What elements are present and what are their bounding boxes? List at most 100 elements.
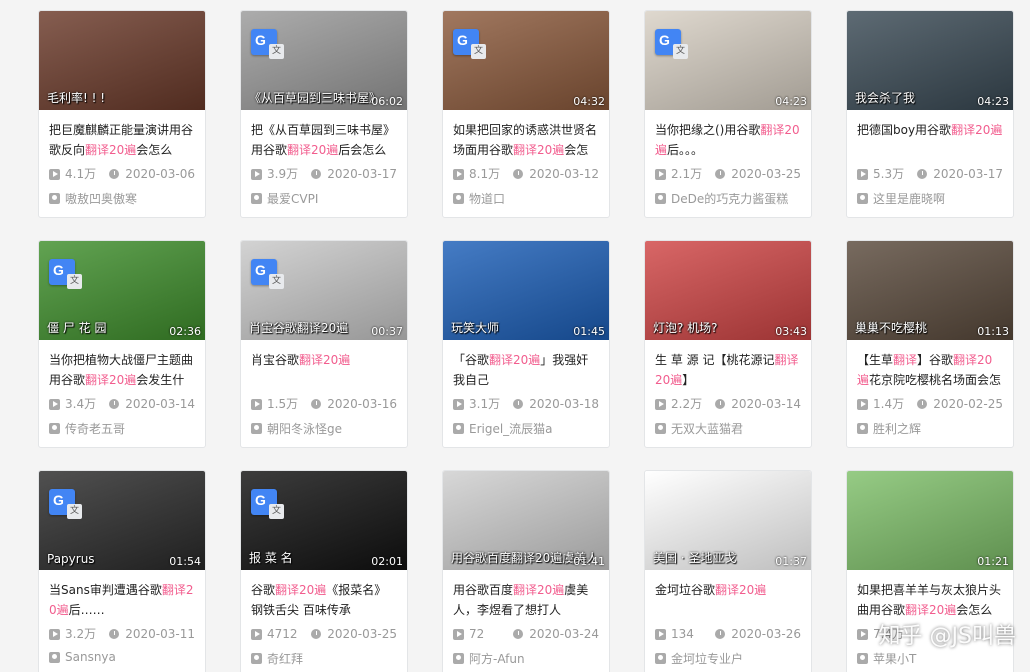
uploader[interactable]: 最爱CVPI xyxy=(241,182,407,207)
play-count-value: 134 xyxy=(671,627,694,641)
uploader[interactable]: DeDe的巧克力酱蛋糕 xyxy=(645,182,811,207)
title-keyword-highlight: 翻译20遍 xyxy=(905,603,957,617)
video-card[interactable]: 灯泡? 机场? 03:43 生 草 源 记【桃花源记翻译20遍】 2.2万 2020-0… xyxy=(644,240,812,448)
play-count-icon xyxy=(857,398,868,410)
upload-date-value: 2020-03-11 xyxy=(125,627,195,641)
play-count-value: 3.1万 xyxy=(469,397,501,411)
video-thumbnail[interactable]: 玩笑大师 01:45 xyxy=(443,241,609,340)
uploader-name[interactable]: 朝阳冬泳怪ge xyxy=(267,420,342,437)
clock-icon xyxy=(109,169,120,179)
uploader[interactable]: 阿方-Afun xyxy=(443,642,609,667)
play-count-value: 3.4万 xyxy=(65,397,97,411)
video-card[interactable]: 美国 · 圣地亚戈 01:37 金坷垃谷歌翻译20遍 134 2020-03-26 金坷垃… xyxy=(644,470,812,672)
video-duration: 04:23 xyxy=(775,95,807,108)
video-thumbnail[interactable]: 用谷歌百度翻译20遍虞美人 01:41 xyxy=(443,471,609,570)
uploader-name[interactable]: 奇红拜 xyxy=(267,650,303,667)
video-duration: 03:43 xyxy=(775,325,807,338)
video-title[interactable]: 把《从百草园到三味书屋》用谷歌翻译20遍后会怎么 xyxy=(241,110,407,160)
video-card[interactable]: 巢巢不吃樱桃 01:13 【生草翻译】谷歌翻译20遍花京院吃樱桃名场面会怎 1.4万 2… xyxy=(846,240,1014,448)
uploader[interactable]: Erigel_流辰猫a xyxy=(443,412,609,437)
video-thumbnail[interactable]: 灯泡? 机场? 03:43 xyxy=(645,241,811,340)
video-title[interactable]: 【生草翻译】谷歌翻译20遍花京院吃樱桃名场面会怎 xyxy=(847,340,1013,390)
uploader-name[interactable]: 嗷敖凹奥傲寒 xyxy=(65,190,137,207)
video-title[interactable]: 「谷歌翻译20遍」我强奸我自己 xyxy=(443,340,609,390)
uploader-name[interactable]: 阿方-Afun xyxy=(469,650,525,667)
upload-date-value: 2020-02-25 xyxy=(933,397,1003,411)
uploader[interactable]: 无双大蓝猫君 xyxy=(645,412,811,437)
video-thumbnail[interactable]: 01:21 xyxy=(847,471,1013,570)
video-thumbnail[interactable]: G 文 04:32 xyxy=(443,11,609,110)
video-title[interactable]: 当Sans审判遭遇谷歌翻译20遍后…… xyxy=(39,570,205,620)
upload-date-value: 2020-03-18 xyxy=(529,397,599,411)
video-stats: 5.3万 2020-03-17 xyxy=(847,160,1013,182)
video-title[interactable]: 如果把回家的诱惑洪世贤名场面用谷歌翻译20遍会怎么 xyxy=(443,110,609,160)
uploader-name[interactable]: 物道口 xyxy=(469,190,505,207)
thumbnail-caption: 美国 · 圣地亚戈 xyxy=(653,551,737,565)
video-title[interactable]: 用谷歌百度翻译20遍虞美人，李煜看了想打人 xyxy=(443,570,609,620)
video-card[interactable]: G 文 Papyrus 01:54 当Sans审判遭遇谷歌翻译20遍后…… 3.2万 202… xyxy=(38,470,206,672)
video-title[interactable]: 把巨魔麒麟正能量演讲用谷歌反向翻译20遍会怎么样？ xyxy=(39,110,205,160)
uploader-icon xyxy=(49,193,60,204)
uploader[interactable]: 嗷敖凹奥傲寒 xyxy=(39,182,205,207)
video-card[interactable]: 我会杀了我 04:23 把德国boy用谷歌翻译20遍 5.3万 2020-03-17 这里… xyxy=(846,10,1014,218)
uploader-name[interactable]: 胜利之辉 xyxy=(873,420,921,437)
uploader[interactable]: 胜利之辉 xyxy=(847,412,1013,437)
video-thumbnail[interactable]: G文报 菜 名 02:01 xyxy=(241,471,407,570)
uploader[interactable]: 朝阳冬泳怪ge xyxy=(241,412,407,437)
uploader[interactable]: 传奇老五哥 xyxy=(39,412,205,437)
video-thumbnail[interactable]: 美国 · 圣地亚戈 01:37 xyxy=(645,471,811,570)
video-thumbnail[interactable]: G 文肖宝谷歌翻译20遍 00:37 xyxy=(241,241,407,340)
video-card[interactable]: G 文《从百草园到三味书屋》 06:02 把《从百草园到三味书屋》用谷歌翻译20遍后会… xyxy=(240,10,408,218)
uploader-name[interactable]: Sansnya xyxy=(65,650,116,664)
video-title[interactable]: 当你把缘之()用谷歌翻译20遍后。。。 xyxy=(645,110,811,160)
uploader[interactable]: 奇红拜 xyxy=(241,642,407,667)
uploader-name[interactable]: 这里是鹿晓啊 xyxy=(873,190,945,207)
video-title[interactable]: 金坷垃谷歌翻译20遍 xyxy=(645,570,811,620)
video-thumbnail[interactable]: 我会杀了我 04:23 xyxy=(847,11,1013,110)
uploader[interactable]: Sansnya xyxy=(39,642,205,664)
video-card[interactable]: G 文肖宝谷歌翻译20遍 00:37 肖宝谷歌翻译20遍 1.5万 2020-03-16 朝… xyxy=(240,240,408,448)
uploader-name[interactable]: 苹果小T xyxy=(873,650,916,667)
uploader-name[interactable]: 金坷垃专业户 xyxy=(671,650,743,667)
uploader[interactable]: 物道口 xyxy=(443,182,609,207)
video-stats: 2.1万 2020-03-25 xyxy=(645,160,811,182)
uploader[interactable]: 金坷垃专业户 xyxy=(645,642,811,667)
video-thumbnail[interactable]: 巢巢不吃樱桃 01:13 xyxy=(847,241,1013,340)
video-duration: 01:13 xyxy=(977,325,1009,338)
video-thumbnail[interactable]: G 文《从百草园到三味书屋》 06:02 xyxy=(241,11,407,110)
video-thumbnail[interactable]: G 文 04:23 xyxy=(645,11,811,110)
video-card[interactable]: 用谷歌百度翻译20遍虞美人 01:41 用谷歌百度翻译20遍虞美人，李煜看了想打人 7… xyxy=(442,470,610,672)
video-title[interactable]: 谷歌翻译20遍《报菜名》钢铁舌尖 百味传承 xyxy=(241,570,407,620)
clock-icon xyxy=(311,169,322,179)
uploader-icon xyxy=(251,193,262,204)
title-text: 用谷歌百度 xyxy=(453,583,514,597)
video-card[interactable]: G文僵 尸 花 园 02:36 当你把植物大战僵尸主题曲用谷歌翻译20遍会发生什 3.… xyxy=(38,240,206,448)
video-title[interactable]: 肖宝谷歌翻译20遍 xyxy=(241,340,407,390)
video-card[interactable]: 毛利率! ! ! 把巨魔麒麟正能量演讲用谷歌反向翻译20遍会怎么样？ 4.1万 202… xyxy=(38,10,206,218)
play-count: 4.1万 xyxy=(49,166,109,182)
uploader-name[interactable]: Erigel_流辰猫a xyxy=(469,420,553,437)
clock-icon xyxy=(917,399,928,409)
video-grid: 毛利率! ! ! 把巨魔麒麟正能量演讲用谷歌反向翻译20遍会怎么样？ 4.1万 202… xyxy=(0,0,1030,672)
video-thumbnail[interactable]: 毛利率! ! ! xyxy=(39,11,205,110)
video-thumbnail[interactable]: G 文 Papyrus 01:54 xyxy=(39,471,205,570)
video-title[interactable]: 生 草 源 记【桃花源记翻译20遍】 xyxy=(645,340,811,390)
play-count: 3.1万 xyxy=(453,396,513,412)
video-thumbnail[interactable]: G文僵 尸 花 园 02:36 xyxy=(39,241,205,340)
uploader-icon xyxy=(655,653,666,664)
title-text: 后。。。 xyxy=(667,143,704,157)
uploader-name[interactable]: DeDe的巧克力酱蛋糕 xyxy=(671,190,788,207)
video-title[interactable]: 把德国boy用谷歌翻译20遍 xyxy=(847,110,1013,160)
title-keyword-highlight: 翻译20遍 xyxy=(287,143,339,157)
video-card[interactable]: G文报 菜 名 02:01 谷歌翻译20遍《报菜名》钢铁舌尖 百味传承 4712 202… xyxy=(240,470,408,672)
video-card[interactable]: G 文 04:23 当你把缘之()用谷歌翻译20遍后。。。 2.1万 2020-03-25… xyxy=(644,10,812,218)
thumbnail-caption: 玩笑大师 xyxy=(451,321,500,335)
video-title[interactable]: 当你把植物大战僵尸主题曲用谷歌翻译20遍会发生什 xyxy=(39,340,205,390)
uploader[interactable]: 这里是鹿晓啊 xyxy=(847,182,1013,207)
uploader-name[interactable]: 传奇老五哥 xyxy=(65,420,125,437)
video-title[interactable]: 如果把喜羊羊与灰太狼片头曲用谷歌翻译20遍会怎么 xyxy=(847,570,1013,620)
video-card[interactable]: G文 04:32 如果把回家的诱惑洪世贤名场面用谷歌翻译20遍会怎么 8.1万 2020… xyxy=(442,10,610,218)
uploader-name[interactable]: 最爱CVPI xyxy=(267,190,318,207)
video-card[interactable]: 玩笑大师 01:45 「谷歌翻译20遍」我强奸我自己 3.1万 2020-03-18 Er… xyxy=(442,240,610,448)
uploader-name[interactable]: 无双大蓝猫君 xyxy=(671,420,743,437)
